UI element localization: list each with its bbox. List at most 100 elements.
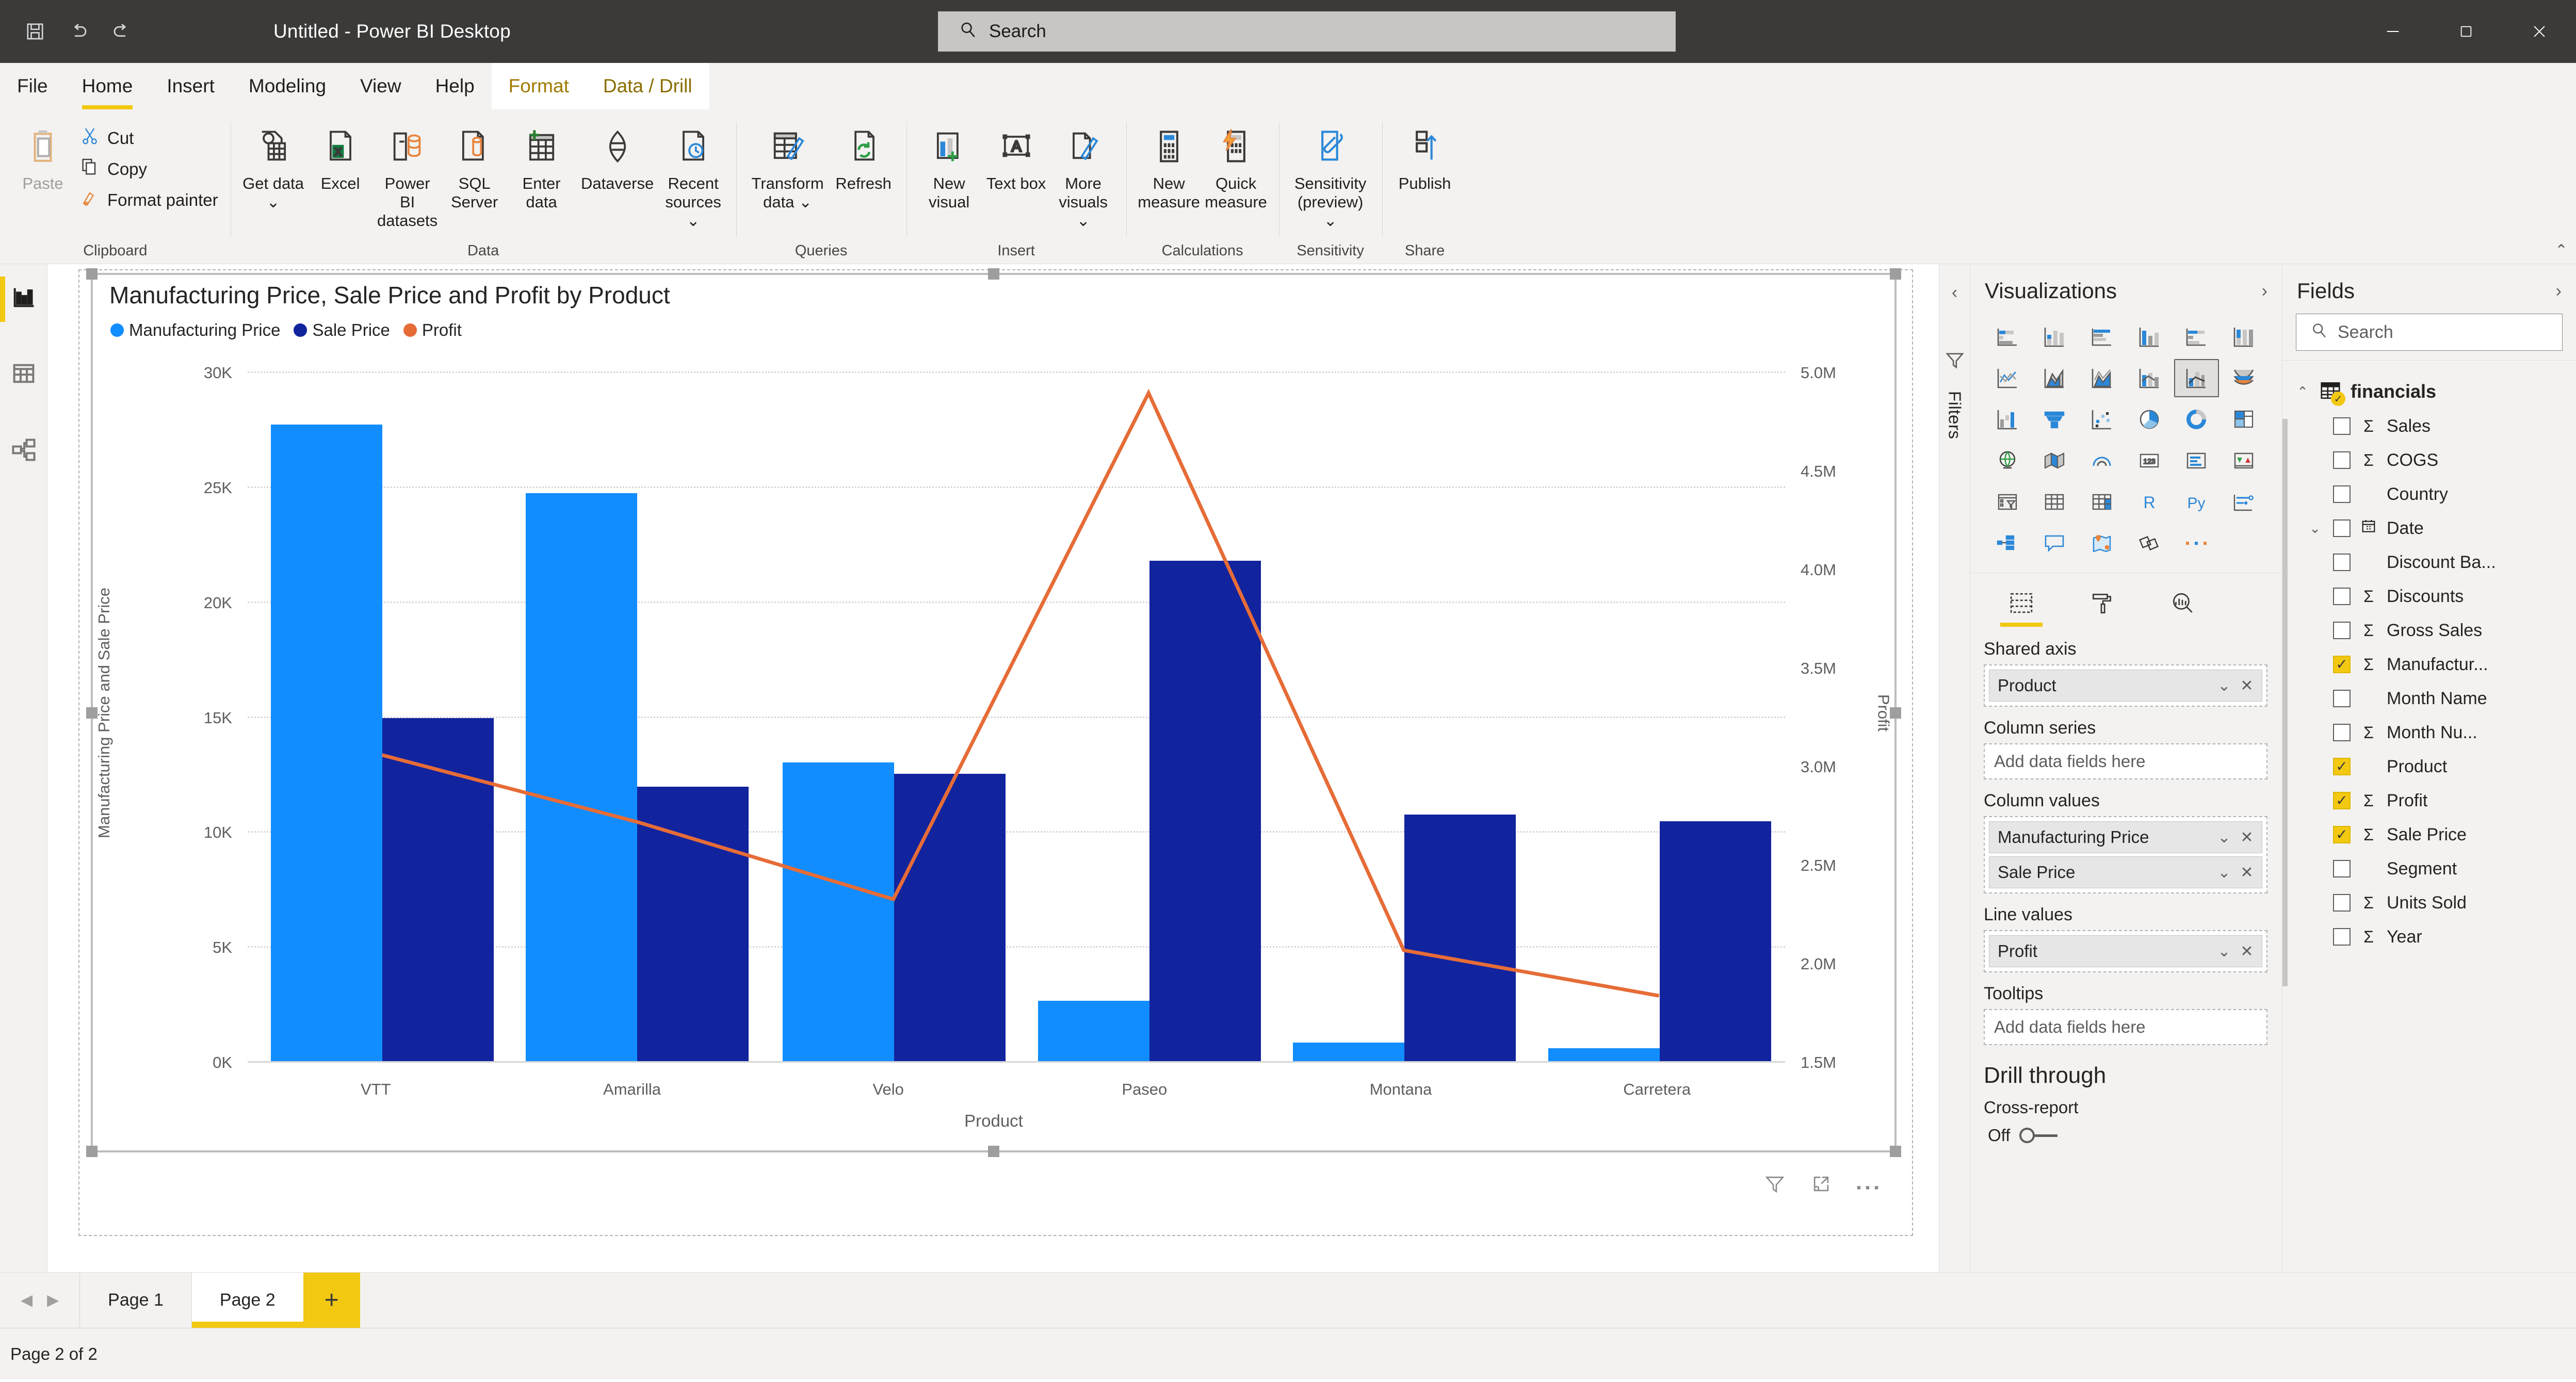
chevron-down-icon[interactable]: ⌄ — [2306, 521, 2324, 536]
viz-stacked-area-chart-icon[interactable] — [2079, 359, 2125, 397]
viz-more-visuals-ellipsis-icon[interactable] — [2174, 524, 2219, 562]
fields-pane-scrollbar[interactable] — [2282, 419, 2288, 986]
field-checkbox-date[interactable] — [2333, 519, 2351, 537]
resize-handle-tl[interactable] — [86, 268, 98, 280]
viz-line-and-stacked-column-chart-icon[interactable] — [2127, 359, 2172, 397]
field-checkbox-units-sold[interactable] — [2333, 894, 2351, 912]
page-next-icon[interactable]: ▶ — [47, 1291, 59, 1309]
cross-report-toggle[interactable] — [2019, 1128, 2058, 1143]
ribbon-tab-help[interactable]: Help — [418, 63, 492, 109]
well-shared-axis[interactable]: Product ⌄ ✕ — [1984, 664, 2267, 707]
enter-data-button[interactable]: Enter data — [508, 113, 575, 212]
viz-decomposition-tree-icon[interactable] — [1985, 524, 2030, 562]
legend-item-manufacturing-price[interactable]: Manufacturing Price — [110, 320, 280, 340]
field-row-sale-price[interactable]: Σ Sale Price — [2282, 818, 2576, 852]
ribbon-tab-insert[interactable]: Insert — [150, 63, 232, 109]
recent-sources-button[interactable]: Recent sources ⌄ — [660, 113, 727, 230]
remove-field-icon[interactable]: ✕ — [2238, 677, 2256, 695]
more-visuals-button[interactable]: More visuals ⌄ — [1050, 113, 1117, 230]
publish-button[interactable]: Publish — [1391, 113, 1459, 193]
ribbon-tab-format[interactable]: Format — [491, 63, 586, 109]
field-row-sales[interactable]: Σ Sales — [2282, 409, 2576, 443]
field-row-discounts[interactable]: Σ Discounts — [2282, 579, 2576, 613]
viz-r-script-visual-icon[interactable]: R — [2127, 483, 2172, 521]
viz-map-icon[interactable] — [1985, 442, 2030, 480]
resize-handle-bl[interactable] — [86, 1146, 98, 1157]
get-data-button[interactable]: Get data ⌄ — [240, 113, 307, 212]
ribbon-tab-file[interactable]: File — [0, 63, 65, 109]
sidebar-item-model-view[interactable] — [0, 428, 47, 476]
field-chip-product[interactable]: Product ⌄ ✕ — [1989, 670, 2262, 702]
legend-item-sale-price[interactable]: Sale Price — [294, 320, 390, 340]
field-chip-manufacturing-price[interactable]: Manufacturing Price ⌄ ✕ — [1989, 821, 2262, 853]
field-checkbox-country[interactable] — [2333, 485, 2351, 503]
viz-funnel-chart-icon[interactable] — [2032, 400, 2078, 438]
viz-donut-chart-icon[interactable] — [2174, 400, 2219, 438]
new-visual-button[interactable]: New visual — [916, 113, 983, 212]
fields-pane-icon[interactable] — [1999, 582, 2044, 627]
field-row-units-sold[interactable]: Σ Units Sold — [2282, 886, 2576, 920]
field-chip-sale-price[interactable]: Sale Price ⌄ ✕ — [1989, 856, 2262, 888]
filter-funnel-icon[interactable] — [1944, 349, 1966, 376]
field-checkbox-manufacturing-price[interactable] — [2333, 656, 2351, 673]
field-row-country[interactable]: Σ Country — [2282, 477, 2576, 511]
chevron-down-icon[interactable]: ⌄ — [2215, 942, 2233, 961]
ribbon-tab-data-drill[interactable]: Data / Drill — [586, 63, 709, 109]
resize-handle-bm[interactable] — [988, 1146, 999, 1157]
combo-chart-visual[interactable]: Manufacturing Price, Sale Price and Prof… — [86, 268, 1901, 1193]
viz-table-icon[interactable] — [2032, 483, 2078, 521]
more-options-icon[interactable] — [1856, 1176, 1879, 1197]
viz-kpi-icon[interactable] — [2221, 442, 2266, 480]
ribbon-tab-modeling[interactable]: Modeling — [232, 63, 343, 109]
field-checkbox-profit[interactable] — [2333, 792, 2351, 809]
field-row-month-number[interactable]: Σ Month Nu... — [2282, 716, 2576, 750]
chevron-down-icon[interactable]: ⌄ — [2215, 864, 2233, 882]
cross-report-toggle-row[interactable]: Off — [1970, 1117, 2282, 1145]
dataverse-button[interactable]: Dataverse — [575, 113, 660, 193]
field-checkbox-discounts[interactable] — [2333, 588, 2351, 605]
viz-multi-row-card-icon[interactable] — [2174, 442, 2219, 480]
add-page-button[interactable]: + — [303, 1273, 360, 1328]
viz-card-icon[interactable]: 123 — [2127, 442, 2172, 480]
field-row-year[interactable]: Σ Year — [2282, 920, 2576, 954]
copy-button[interactable]: Copy — [76, 154, 221, 185]
viz-python-visual-icon[interactable]: Py — [2174, 483, 2219, 521]
filter-icon[interactable] — [1763, 1173, 1786, 1200]
minimize-button[interactable] — [2356, 0, 2429, 63]
viz-area-chart-icon[interactable] — [2032, 359, 2078, 397]
remove-field-icon[interactable]: ✕ — [2238, 942, 2256, 961]
resize-handle-br[interactable] — [1890, 1146, 1901, 1157]
remove-field-icon[interactable]: ✕ — [2238, 864, 2256, 882]
analytics-pane-icon[interactable] — [2160, 582, 2205, 624]
legend-item-profit[interactable]: Profit — [403, 320, 462, 340]
profit-line-series[interactable] — [248, 373, 1785, 1063]
viz-paginated-report-icon[interactable] — [2127, 524, 2172, 562]
viz-100-stacked-column-chart-icon[interactable] — [2221, 318, 2266, 356]
chevron-down-icon[interactable]: ⌄ — [2215, 677, 2233, 695]
viz-line-chart-icon[interactable] — [1985, 359, 2030, 397]
field-checkbox-sales[interactable] — [2333, 417, 2351, 435]
field-row-profit[interactable]: Σ Profit — [2282, 784, 2576, 818]
chevron-left-icon[interactable]: ‹ — [1952, 283, 1957, 303]
field-checkbox-year[interactable] — [2333, 928, 2351, 946]
viz-clustered-column-chart-icon[interactable] — [2127, 318, 2172, 356]
collapse-ribbon-button[interactable]: ⌃ — [2555, 241, 2568, 259]
viz-arcgis-map-icon[interactable] — [2079, 524, 2125, 562]
field-row-product[interactable]: Σ Product — [2282, 750, 2576, 784]
paste-button[interactable]: Paste — [9, 113, 76, 193]
well-tooltips[interactable]: Add data fields here — [1984, 1009, 2267, 1045]
sensitivity-button[interactable]: Sensitivity (preview) ⌄ — [1288, 113, 1373, 230]
viz-smart-narrative-icon[interactable] — [2032, 524, 2078, 562]
resize-handle-tr[interactable] — [1890, 268, 1901, 280]
page-tab-page-1[interactable]: Page 1 — [80, 1273, 192, 1328]
viz-treemap-icon[interactable] — [2221, 400, 2266, 438]
field-row-segment[interactable]: Σ Segment — [2282, 852, 2576, 886]
redo-icon[interactable] — [102, 12, 141, 51]
field-chip-profit[interactable]: Profit ⌄ ✕ — [1989, 935, 2262, 967]
viz-clustered-bar-chart-icon[interactable] — [2079, 318, 2125, 356]
field-row-manufacturing-price[interactable]: Σ Manufactur... — [2282, 647, 2576, 681]
excel-button[interactable]: X Excel — [307, 113, 374, 193]
viz-key-influencers-icon[interactable] — [2221, 483, 2266, 521]
well-line-values[interactable]: Profit ⌄ ✕ — [1984, 930, 2267, 972]
field-row-discount-band[interactable]: Σ Discount Ba... — [2282, 545, 2576, 579]
